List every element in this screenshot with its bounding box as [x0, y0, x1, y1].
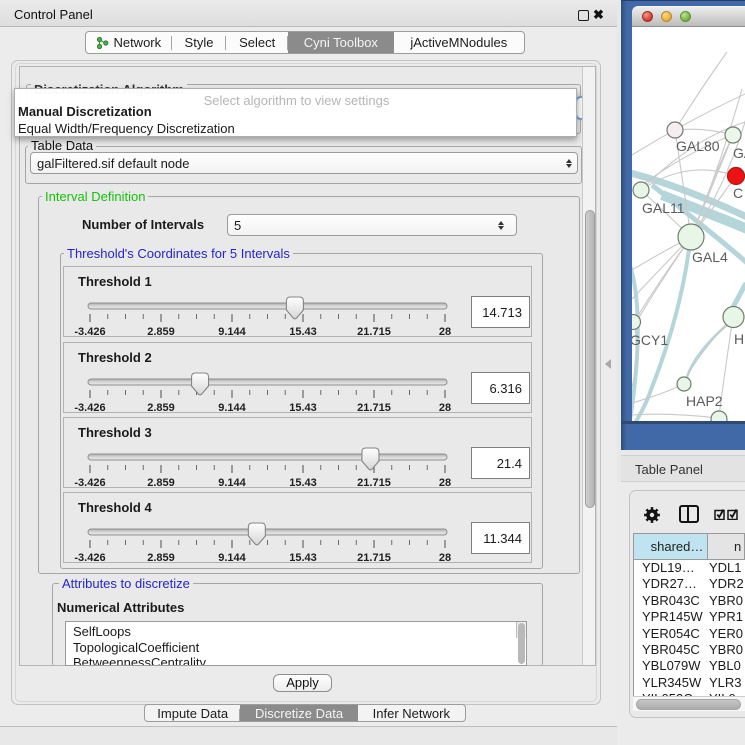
svg-text:21.715: 21.715: [357, 552, 391, 561]
svg-text:2.859: 2.859: [147, 477, 175, 486]
svg-text:28: 28: [439, 552, 451, 561]
svg-text:-3.426: -3.426: [74, 477, 105, 486]
svg-text:21.715: 21.715: [357, 402, 391, 411]
svg-text:-3.426: -3.426: [74, 552, 105, 561]
svg-text:28: 28: [439, 326, 451, 335]
svg-text:-3.426: -3.426: [74, 402, 105, 411]
svg-text:GAL4: GAL4: [692, 249, 728, 265]
svg-text:9.144: 9.144: [218, 477, 246, 486]
svg-text:21.715: 21.715: [357, 477, 391, 486]
svg-text:15.43: 15.43: [289, 326, 317, 335]
svg-text:15.43: 15.43: [289, 477, 317, 486]
svg-text:28: 28: [439, 402, 451, 411]
svg-text:C: C: [733, 185, 743, 201]
svg-text:HAP2: HAP2: [686, 393, 723, 409]
svg-text:2.859: 2.859: [147, 326, 175, 335]
svg-text:21.715: 21.715: [357, 326, 391, 335]
svg-text:15.43: 15.43: [289, 552, 317, 561]
svg-text:9.144: 9.144: [218, 402, 246, 411]
svg-text:GA: GA: [733, 145, 745, 161]
svg-text:15.43: 15.43: [289, 402, 317, 411]
svg-text:HI: HI: [734, 331, 745, 347]
svg-text:GAL11: GAL11: [642, 200, 685, 216]
svg-text:-3.426: -3.426: [74, 326, 105, 335]
svg-text:2.859: 2.859: [147, 402, 175, 411]
svg-text:28: 28: [439, 477, 451, 486]
svg-text:9.144: 9.144: [218, 552, 246, 561]
svg-text:GCY1: GCY1: [632, 332, 668, 348]
svg-text:2.859: 2.859: [147, 552, 175, 561]
svg-text:GAL80: GAL80: [676, 138, 720, 154]
svg-text:9.144: 9.144: [218, 326, 246, 335]
